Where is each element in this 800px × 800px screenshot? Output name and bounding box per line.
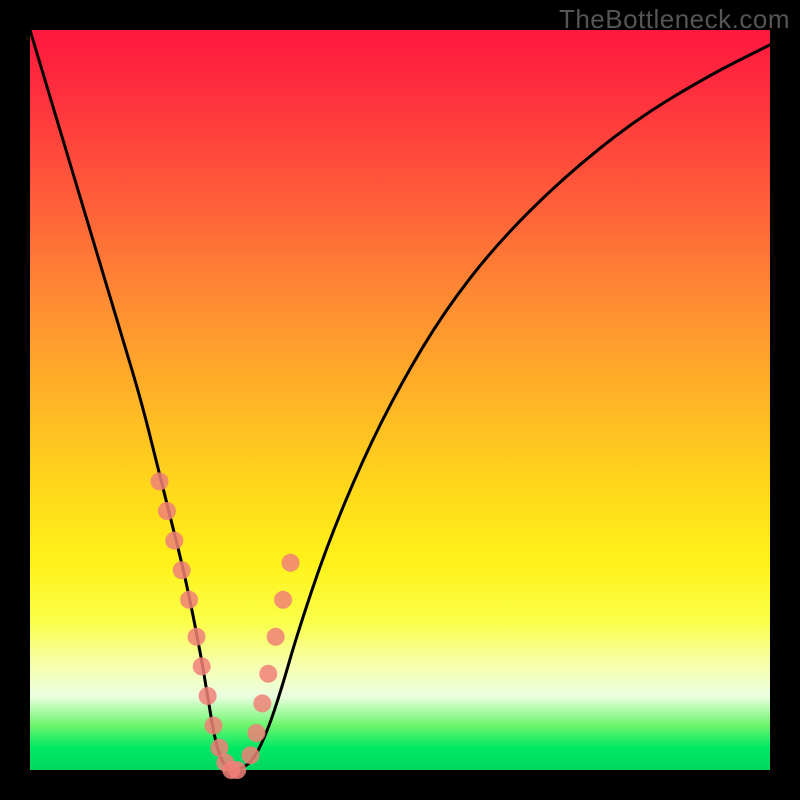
highlight-dot [228,761,246,779]
highlight-dot [199,687,217,705]
highlight-dot [188,628,206,646]
highlight-dot [281,554,299,572]
curve-svg [30,30,770,770]
bottleneck-curve [30,30,770,770]
highlight-dot [247,724,265,742]
highlight-dot [259,665,277,683]
highlight-dot [158,502,176,520]
highlight-dot [180,591,198,609]
highlight-dots [151,472,300,779]
highlight-dot [242,746,260,764]
highlight-dot [267,628,285,646]
highlight-dot [151,472,169,490]
highlight-dot [193,657,211,675]
highlight-dot [165,532,183,550]
highlight-dot [205,717,223,735]
highlight-dot [173,561,191,579]
plot-area [30,30,770,770]
highlight-dot [274,591,292,609]
highlight-dot [253,694,271,712]
chart-frame: TheBottleneck.com [0,0,800,800]
